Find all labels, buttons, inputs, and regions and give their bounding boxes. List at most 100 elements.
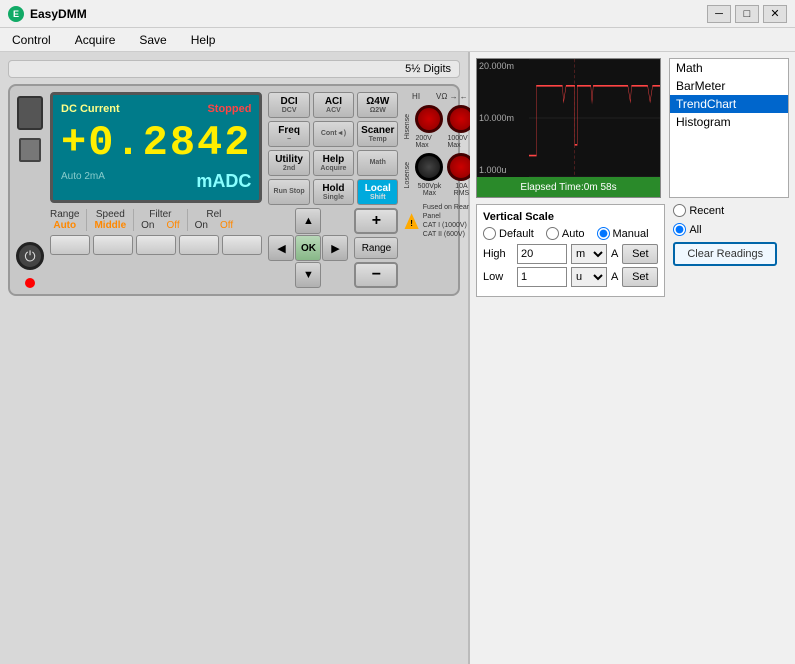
func-shift-label: Shift [370, 194, 386, 202]
radio-manual[interactable]: Manual [597, 227, 649, 240]
conn-500vpk: 500Vpk Max [415, 183, 443, 197]
func-ohm4w[interactable]: Ω4W Ω2W [357, 92, 398, 118]
chart-plot-area [529, 59, 660, 177]
radio-default[interactable]: Default [483, 227, 534, 240]
func-hold[interactable]: Hold Single [313, 179, 354, 205]
func-dcv-label: DCV [282, 107, 297, 115]
softkey-5[interactable] [222, 235, 262, 255]
radio-manual-input[interactable] [597, 227, 610, 240]
func-row-4: Run Stop Hold Single Local Shift [268, 179, 398, 205]
list-item-barmeter[interactable]: BarMeter [670, 77, 788, 95]
clear-readings-button[interactable]: Clear Readings [673, 242, 777, 266]
y-label-top: 20.000m [479, 61, 527, 71]
func-freq[interactable]: Freq − [268, 121, 309, 147]
conn-top-connectors: 200V Max [415, 105, 443, 149]
conn-top-labels: HI VΩ → ← [412, 92, 468, 101]
menu-control[interactable]: Control [8, 31, 55, 49]
func-scaner-label: Scaner [361, 125, 394, 136]
menu-acquire[interactable]: Acquire [71, 31, 120, 49]
rel-label: Rel [206, 209, 221, 220]
nav-up[interactable]: ▲ [295, 208, 321, 234]
rel-sub-row: On Off [195, 220, 234, 231]
softkey-1[interactable] [50, 235, 90, 255]
losense-label: Losense [404, 162, 411, 188]
list-item-trendchart[interactable]: TrendChart [670, 95, 788, 113]
func-row-3: Utility 2nd Help Acquire Math [268, 150, 398, 176]
low-set-button[interactable]: Set [622, 267, 658, 287]
menu-help[interactable]: Help [187, 31, 220, 49]
bottom-main: Vertical Scale Default Auto Manual [476, 204, 789, 301]
minimize-button[interactable]: ─ [707, 5, 731, 23]
maximize-button[interactable]: □ [735, 5, 759, 23]
full-instrument: ⏻ DC Current Stopped +0.2842 Auto 2mA mA… [8, 84, 460, 296]
minus-button[interactable]: − [354, 262, 398, 288]
list-item-histogram[interactable]: Histogram [670, 113, 788, 131]
func-help[interactable]: Help Acquire [313, 150, 354, 176]
func-runstop-label: Run Stop [274, 188, 305, 196]
digits-header: 5½ Digits [8, 60, 460, 78]
func-cont[interactable]: Cont◄) [313, 121, 354, 147]
menu-save[interactable]: Save [135, 31, 170, 49]
func-2nd-label: 2nd [283, 165, 295, 173]
power-button[interactable]: ⏻ [16, 242, 44, 270]
nav-left[interactable]: ◀ [268, 235, 294, 261]
display-mode: DC Current [61, 103, 120, 115]
display-header: DC Current Stopped [61, 103, 251, 115]
list-item-math[interactable]: Math [670, 59, 788, 77]
func-shift[interactable]: Local Shift [357, 179, 398, 205]
low-row: Low u m k A Set [483, 267, 658, 287]
func-runstop[interactable]: Run Stop [268, 179, 309, 205]
nav-right[interactable]: ▶ [322, 235, 348, 261]
app-icon: E [8, 6, 24, 22]
right-panel: 20.000m 10.000m 1.000u [470, 52, 795, 664]
func-dci[interactable]: DCI DCV [268, 92, 309, 118]
func-math[interactable]: Math [357, 150, 398, 176]
title-bar: E EasyDMM ─ □ ✕ [0, 0, 795, 28]
radio-all-input[interactable] [673, 223, 686, 236]
high-value-input[interactable] [517, 244, 567, 264]
nav-range-row: ▲ ◀ OK ▶ ▼ + Range − [268, 208, 398, 288]
plus-button[interactable]: + [354, 208, 398, 234]
high-set-button[interactable]: Set [622, 244, 658, 264]
softkey-2[interactable] [93, 235, 133, 255]
low-unit-suffix: A [611, 271, 618, 283]
rel-on-label: On [195, 220, 208, 231]
range-button[interactable]: Range [354, 237, 398, 259]
softkey-4[interactable] [179, 235, 219, 255]
radio-recent-input[interactable] [673, 204, 686, 217]
cat1-label: CAT I (1000V) [423, 221, 476, 230]
func-dci-label: DCI [280, 96, 297, 107]
divider-3 [187, 209, 188, 231]
func-freq-label: Freq [278, 125, 300, 136]
low-unit-select[interactable]: u m k [571, 267, 607, 287]
radio-row-scale: Default Auto Manual [483, 227, 658, 240]
right-controls: Recent All Clear Readings [673, 204, 777, 301]
rel-off-value: Off [220, 220, 233, 231]
func-scaner[interactable]: Scaner Temp [357, 121, 398, 147]
nav-empty-1 [268, 208, 294, 234]
nav-pad: ▲ ◀ OK ▶ ▼ [268, 208, 348, 288]
radio-all[interactable]: All [673, 223, 777, 236]
title-bar-controls[interactable]: ─ □ ✕ [707, 5, 787, 23]
instrument-left-panel: ⏻ [16, 92, 44, 288]
app-title: EasyDMM [30, 7, 87, 21]
nav-down[interactable]: ▼ [295, 262, 321, 288]
high-unit-select[interactable]: m u k [571, 244, 607, 264]
radio-recent[interactable]: Recent [673, 204, 777, 217]
func-cont-label: Cont◄) [321, 130, 346, 138]
func-local-label: Local [365, 183, 391, 194]
conn-lo-black: 500Vpk Max [415, 153, 443, 197]
nav-ok[interactable]: OK [295, 235, 321, 261]
softkey-buttons [50, 235, 262, 255]
rel-control: Rel On Off [195, 209, 234, 231]
func-utility[interactable]: Utility 2nd [268, 150, 309, 176]
warning-symbol: ! [410, 219, 413, 228]
func-aci[interactable]: ACI ACV [313, 92, 354, 118]
radio-auto[interactable]: Auto [546, 227, 585, 240]
radio-auto-input[interactable] [546, 227, 559, 240]
softkey-3[interactable] [136, 235, 176, 255]
low-value-input[interactable] [517, 267, 567, 287]
y-label-mid: 10.000m [479, 113, 527, 123]
close-button[interactable]: ✕ [763, 5, 787, 23]
radio-default-input[interactable] [483, 227, 496, 240]
